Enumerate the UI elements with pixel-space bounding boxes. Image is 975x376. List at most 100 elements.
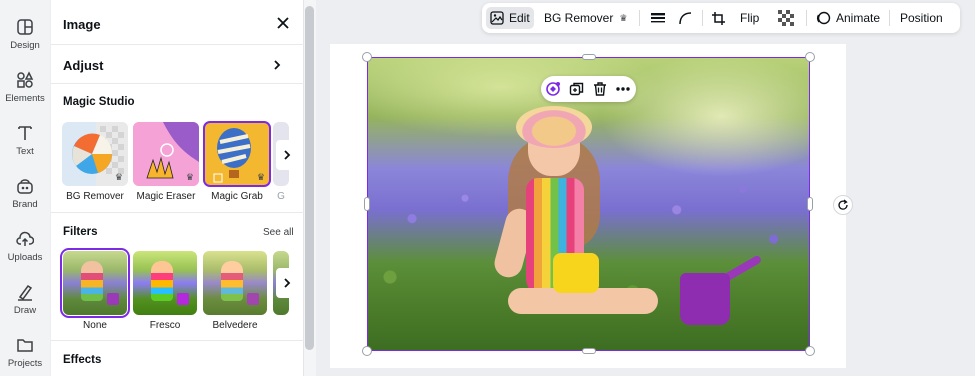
resize-handle-tl[interactable]	[362, 52, 372, 62]
animate-icon	[816, 11, 831, 24]
magic-grab-tile[interactable]: ♛	[203, 121, 271, 187]
divider	[702, 10, 703, 26]
edit-label: Edit	[509, 11, 530, 25]
flip-button[interactable]: Flip	[740, 7, 759, 29]
uploads-icon	[16, 231, 34, 246]
image-panel: Image Adjust Magic Studio ♛ ♛ ♛ BG Remov…	[51, 0, 304, 376]
chevron-right-icon	[284, 278, 291, 288]
rail-label: Elements	[5, 93, 45, 104]
crown-icon: ♛	[256, 172, 265, 182]
tool-label: BG Remover	[66, 191, 124, 202]
trash-icon[interactable]	[592, 81, 608, 97]
see-all-link[interactable]: See all	[263, 227, 294, 238]
rail-label: Uploads	[7, 252, 43, 263]
crop-icon	[712, 11, 725, 25]
resize-handle-bl[interactable]	[362, 346, 372, 356]
girl-hat	[516, 106, 592, 148]
adjust-label: Adjust	[63, 58, 104, 73]
tool-label: G	[277, 191, 285, 202]
divider	[889, 10, 890, 26]
filter-thumbnail	[63, 251, 127, 315]
filter-label: None	[83, 320, 107, 331]
chevron-right-icon	[274, 60, 281, 70]
divider	[806, 10, 807, 26]
rail-label: Text	[16, 146, 34, 157]
corner-rounding-button[interactable]	[678, 7, 692, 29]
design-icon	[17, 19, 33, 35]
animate-button[interactable]: Animate	[816, 7, 880, 29]
tool-label: Magic Grab	[211, 191, 263, 202]
filter-label: Fresco	[149, 320, 181, 331]
left-rail: Design Elements Text Brand Uploads Draw …	[0, 0, 50, 376]
rail-brand[interactable]: Brand	[0, 171, 50, 219]
crown-icon: ♛	[619, 12, 628, 23]
filter-fresco[interactable]	[133, 251, 197, 315]
rail-uploads[interactable]: Uploads	[0, 224, 50, 272]
brand-icon	[17, 179, 33, 194]
bg-remover-tile[interactable]: ♛	[62, 122, 128, 186]
tools-next-button[interactable]	[276, 140, 298, 170]
crop-button[interactable]	[711, 7, 726, 29]
divider	[639, 10, 640, 26]
border-style-icon	[651, 13, 665, 23]
filter-none[interactable]	[60, 248, 130, 318]
filter-thumbnail	[133, 251, 197, 315]
rail-design[interactable]: Design	[0, 12, 50, 60]
filter-thumbnail	[203, 251, 267, 315]
magic-eraser-tile[interactable]: ♛	[133, 122, 199, 186]
duplicate-icon[interactable]	[569, 81, 585, 97]
crown-icon: ♛	[185, 172, 194, 182]
filter-belvedere[interactable]	[203, 251, 267, 315]
rail-label: Draw	[13, 305, 37, 316]
bg-remover-label: BG Remover	[544, 11, 614, 25]
flip-label: Flip	[740, 11, 760, 25]
resize-handle-br[interactable]	[805, 346, 815, 356]
resize-handle-left[interactable]	[364, 197, 370, 211]
animate-label: Animate	[836, 11, 881, 25]
projects-icon	[17, 339, 33, 352]
close-icon[interactable]	[275, 15, 291, 31]
rotate-button[interactable]	[833, 195, 853, 215]
transparency-icon	[778, 10, 794, 26]
magic-studio-heading: Magic Studio	[63, 96, 135, 108]
purple-watering-can	[680, 273, 730, 325]
rotate-icon	[838, 199, 848, 210]
rail-draw[interactable]: Draw	[0, 277, 50, 325]
panel-scrollbar[interactable]	[305, 6, 314, 350]
image-edit-icon	[490, 11, 504, 25]
bg-remover-button[interactable]: BG Remover ♛	[542, 7, 627, 29]
resize-handle-tr[interactable]	[805, 52, 815, 62]
magic-edit-icon[interactable]	[545, 81, 561, 97]
resize-handle-right[interactable]	[807, 197, 813, 211]
filters-heading: Filters	[63, 226, 98, 238]
effects-heading: Effects	[63, 354, 102, 366]
rail-projects[interactable]: Projects	[0, 330, 50, 376]
rail-label: Projects	[7, 358, 43, 369]
edit-button[interactable]: Edit	[486, 7, 534, 29]
rail-text[interactable]: Text	[0, 118, 50, 166]
tool-label: Magic Eraser	[136, 191, 196, 202]
divider	[51, 83, 304, 84]
chevron-right-icon	[284, 150, 291, 160]
text-icon	[18, 126, 32, 140]
image-toolbar: Edit BG Remover ♛ Flip Animate Position	[482, 3, 960, 33]
resize-handle-top[interactable]	[582, 54, 596, 60]
crown-icon: ♛	[114, 172, 123, 182]
context-menu-bar	[541, 76, 636, 102]
adjust-row[interactable]: Adjust	[51, 45, 304, 83]
rail-elements[interactable]: Elements	[0, 65, 50, 113]
elements-icon	[17, 71, 34, 88]
divider	[51, 340, 304, 341]
filters-next-button[interactable]	[276, 268, 298, 298]
resize-handle-bottom[interactable]	[582, 348, 596, 354]
transparency-button[interactable]	[778, 7, 794, 29]
position-label: Position	[900, 11, 943, 25]
more-options-icon[interactable]	[615, 81, 631, 97]
filter-label: Belvedere	[212, 320, 258, 331]
panel-title: Image	[63, 17, 101, 32]
rail-label: Brand	[12, 199, 38, 210]
corner-rounding-icon	[679, 12, 692, 25]
border-style-button[interactable]	[650, 7, 666, 29]
position-button[interactable]: Position	[900, 7, 943, 29]
rail-label: Design	[10, 40, 40, 51]
